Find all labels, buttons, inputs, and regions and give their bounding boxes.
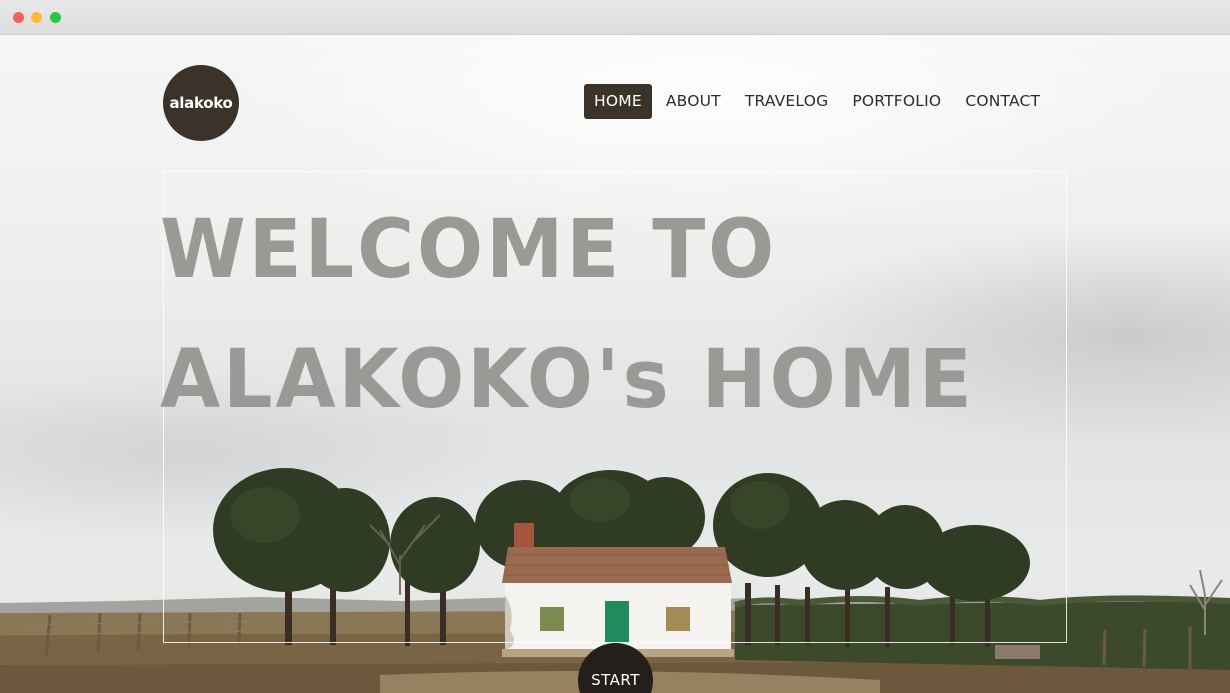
hero-section: alakoko HOME ABOUT TRAVELOG PORTFOLIO CO… (0, 35, 1230, 693)
hero-heading-line-1: WELCOME TO (160, 203, 778, 297)
hero-heading: WELCOME TO ALAKOKO's HOME (160, 185, 1024, 445)
browser-titlebar (0, 0, 1230, 35)
nav-item-home[interactable]: HOME (584, 84, 652, 119)
nav-item-about[interactable]: ABOUT (656, 84, 731, 119)
close-window-button[interactable] (13, 12, 24, 23)
minimize-window-button[interactable] (31, 12, 42, 23)
nav-item-portfolio[interactable]: PORTFOLIO (842, 84, 951, 119)
site-logo[interactable]: alakoko (163, 65, 239, 141)
nav-item-travelog[interactable]: TRAVELOG (735, 84, 839, 119)
maximize-window-button[interactable] (50, 12, 61, 23)
hero-heading-line-2: ALAKOKO's HOME (160, 333, 975, 427)
logo-text: alakoko (169, 94, 233, 112)
main-nav: HOME ABOUT TRAVELOG PORTFOLIO CONTACT (584, 84, 1054, 119)
nav-item-contact[interactable]: CONTACT (955, 84, 1050, 119)
